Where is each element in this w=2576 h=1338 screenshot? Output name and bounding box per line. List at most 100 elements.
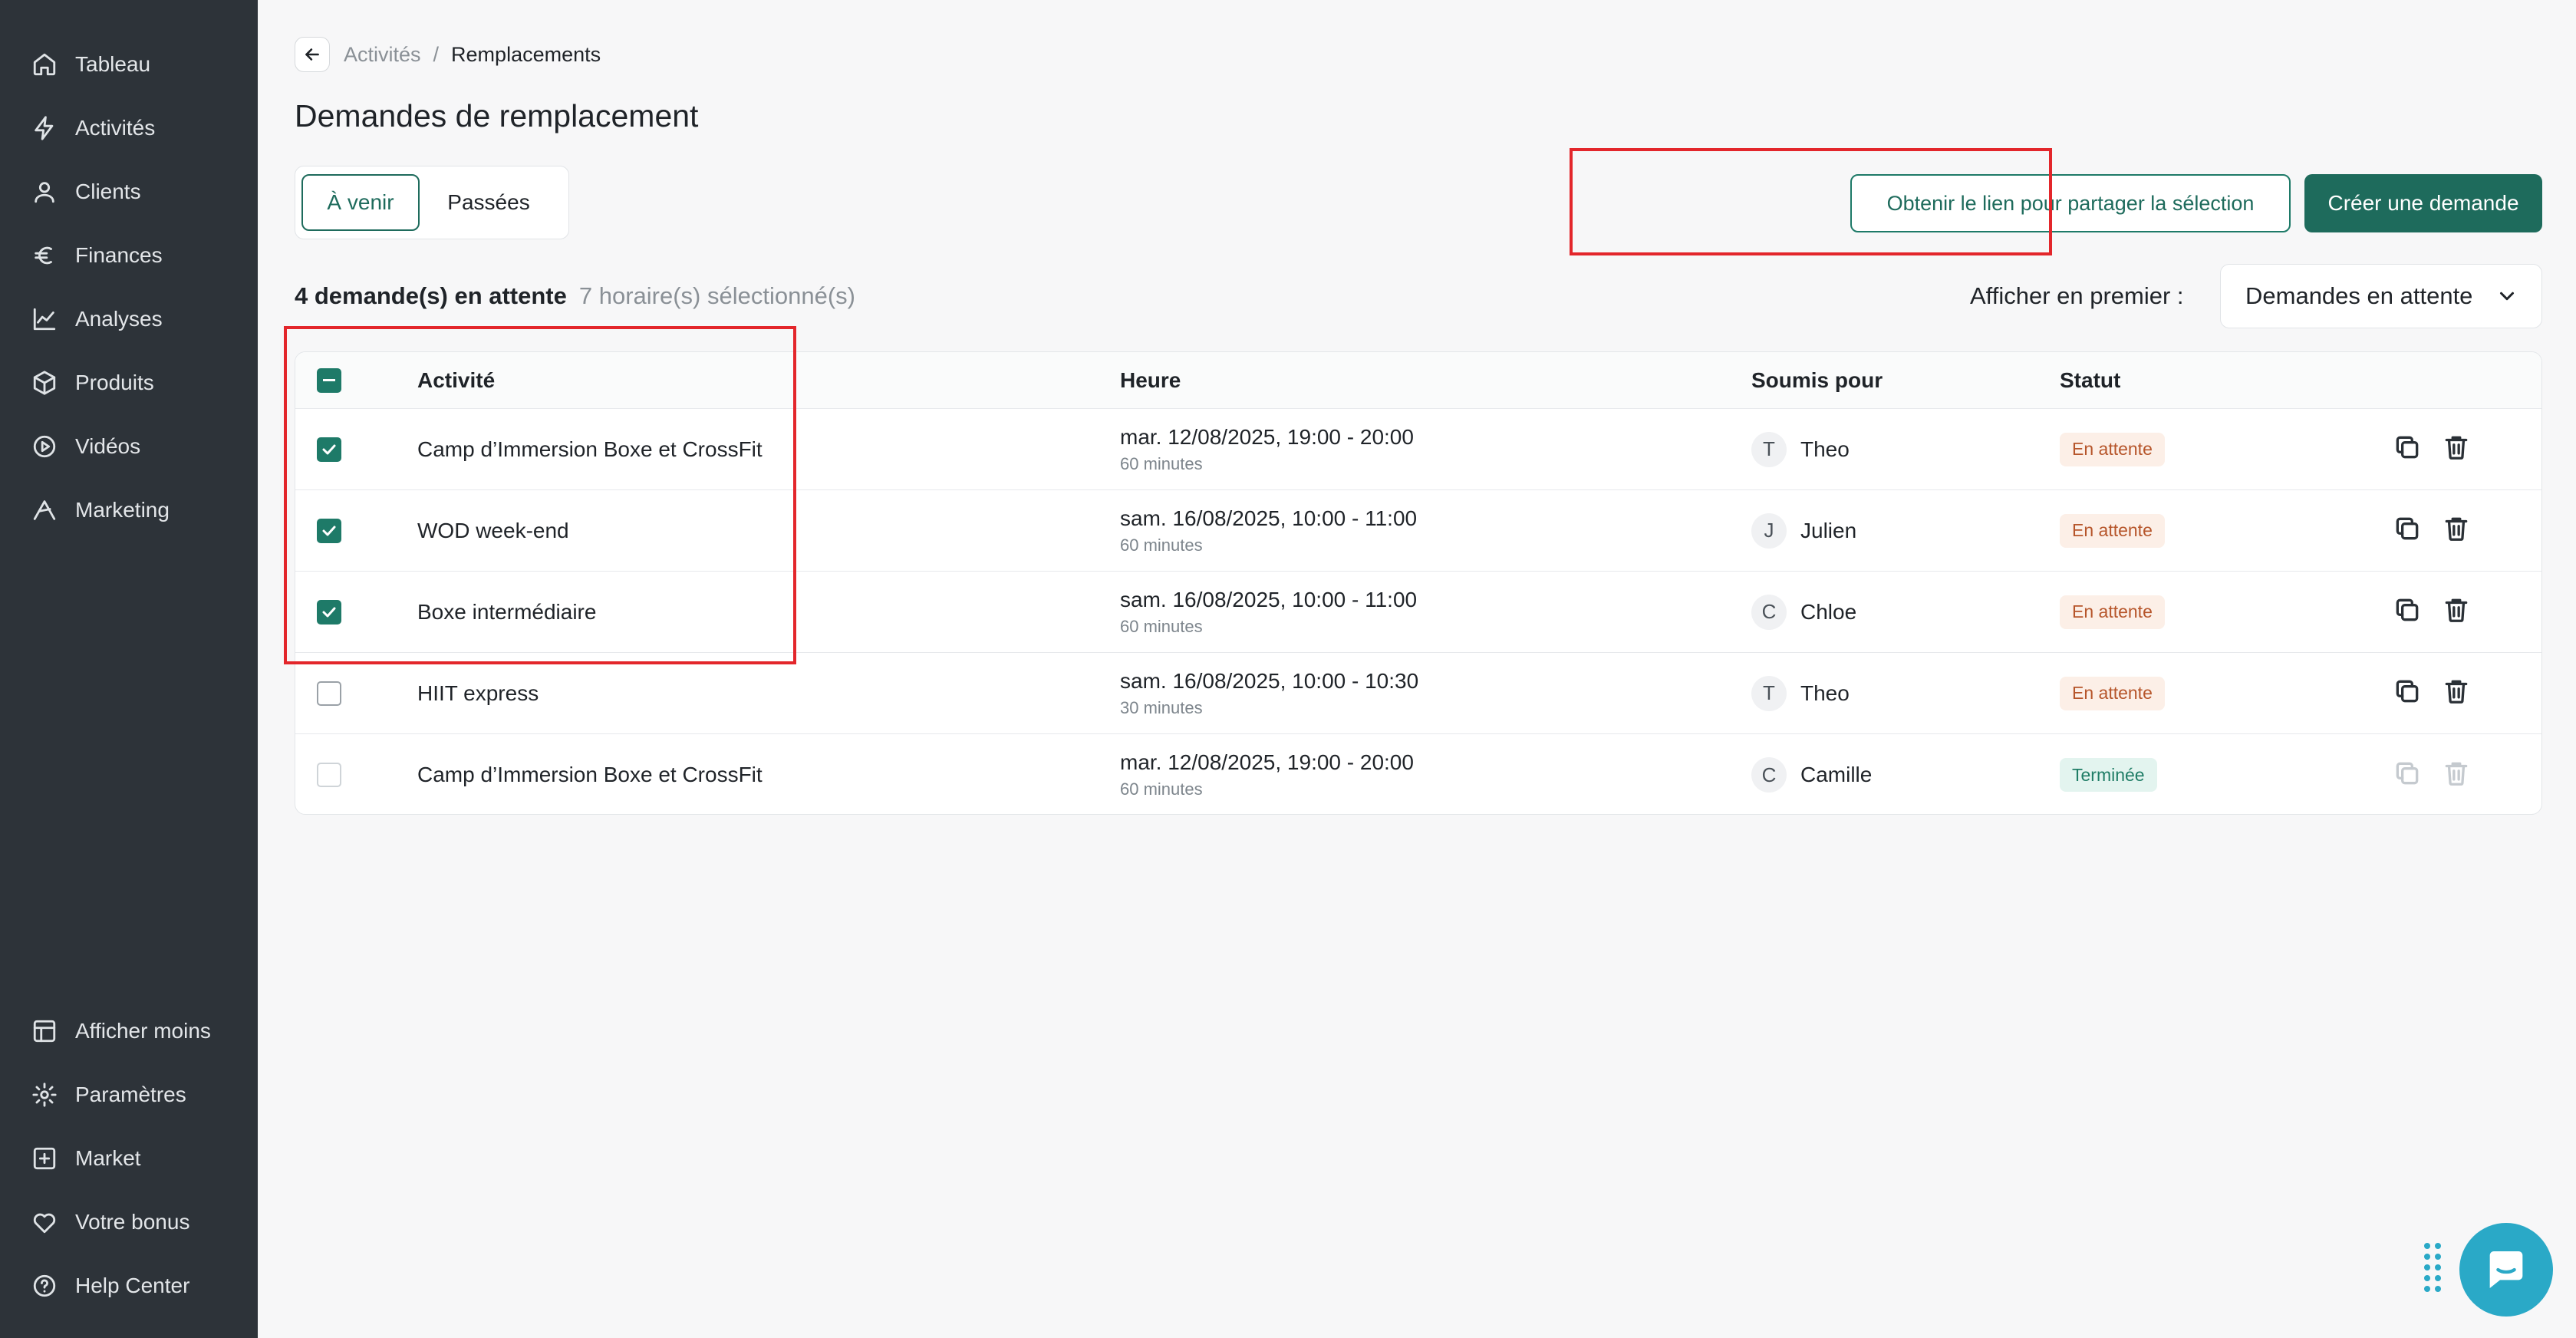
- row-person-cell: T Theo: [1751, 653, 1850, 733]
- sidebar-item-videos[interactable]: Vidéos: [0, 414, 258, 478]
- row-person-cell: T Theo: [1751, 409, 1850, 489]
- sidebar-item-help-center[interactable]: Help Center: [0, 1254, 258, 1317]
- row-person: Julien: [1800, 518, 1857, 542]
- box-icon: [31, 369, 58, 397]
- chat-button[interactable]: [2459, 1223, 2553, 1317]
- row-activity: HIIT express: [417, 681, 539, 705]
- sidebar-item-label: Clients: [75, 179, 141, 203]
- chat-icon: [2489, 1251, 2523, 1288]
- avatar: C: [1751, 594, 1787, 630]
- selected-count: 7 horaire(s) sélectionné(s): [578, 282, 855, 309]
- row-duration: 60 minutes: [1120, 779, 1203, 799]
- avatar: T: [1751, 431, 1787, 467]
- sidebar: Tableau Activités Clients Finances Analy…: [0, 0, 258, 1338]
- copy-icon[interactable]: [2393, 677, 2422, 710]
- heart-icon: [31, 1208, 58, 1236]
- copy-icon[interactable]: [2393, 514, 2422, 547]
- sidebar-item-label: Help Center: [75, 1273, 190, 1297]
- row-time-cell: sam. 16/08/2025, 10:00 - 11:00 60 minute…: [1120, 572, 1417, 652]
- row-person: Theo: [1800, 437, 1850, 461]
- row-status-cell: En attente: [2060, 490, 2165, 571]
- sidebar-item-analyses[interactable]: Analyses: [0, 287, 258, 351]
- panel-icon: [31, 1017, 58, 1045]
- trash-icon[interactable]: [2442, 433, 2471, 466]
- column-header-submitted-for[interactable]: Soumis pour: [1751, 352, 1883, 408]
- status-badge: Terminée: [2060, 758, 2157, 792]
- sidebar-item-marketing[interactable]: Marketing: [0, 478, 258, 542]
- sidebar-item-tableau[interactable]: Tableau: [0, 32, 258, 96]
- copy-icon[interactable]: [2393, 433, 2422, 466]
- sidebar-item-label: Market: [75, 1145, 141, 1170]
- sidebar-item-label: Activités: [75, 115, 156, 140]
- sidebar-nav-secondary: Afficher moins Paramètres Market Votre b…: [0, 999, 258, 1317]
- row-time-cell: sam. 16/08/2025, 10:00 - 10:30 30 minute…: [1120, 653, 1418, 733]
- row-duration: 60 minutes: [1120, 453, 1203, 473]
- sidebar-item-label: Finances: [75, 242, 163, 267]
- row-time: sam. 16/08/2025, 10:00 - 10:30: [1120, 668, 1419, 693]
- row-checkbox[interactable]: [317, 681, 341, 706]
- megaphone-icon: [31, 496, 58, 524]
- tab-passees[interactable]: Passées: [420, 174, 558, 231]
- row-time: mar. 12/08/2025, 19:00 - 20:00: [1120, 424, 1414, 449]
- sidebar-item-clients[interactable]: Clients: [0, 160, 258, 223]
- status-badge: En attente: [2060, 432, 2165, 466]
- copy-icon[interactable]: [2393, 595, 2422, 628]
- row-actions: [2393, 734, 2471, 814]
- sidebar-item-parametres[interactable]: Paramètres: [0, 1063, 258, 1126]
- row-activity: Camp d’Immersion Boxe et CrossFit: [417, 763, 763, 786]
- sidebar-item-market[interactable]: Market: [0, 1126, 258, 1190]
- help-circle-icon: [31, 1272, 58, 1300]
- table-row[interactable]: Camp d’Immersion Boxe et CrossFit mar. 1…: [295, 734, 2541, 814]
- sidebar-item-votre-bonus[interactable]: Votre bonus: [0, 1190, 258, 1254]
- create-request-button[interactable]: Créer une demande: [2304, 174, 2542, 232]
- trash-icon[interactable]: [2442, 595, 2471, 628]
- row-status-cell: En attente: [2060, 653, 2165, 733]
- breadcrumb-separator: /: [433, 42, 440, 66]
- row-duration: 60 minutes: [1120, 616, 1203, 636]
- plus-square-icon: [31, 1145, 58, 1172]
- row-time: sam. 16/08/2025, 10:00 - 11:00: [1120, 587, 1418, 611]
- sort-select[interactable]: Demandes en attente: [2220, 264, 2542, 328]
- drag-handle-icon[interactable]: [2424, 1243, 2444, 1294]
- sidebar-item-produits[interactable]: Produits: [0, 351, 258, 414]
- column-header-status[interactable]: Statut: [2060, 352, 2120, 408]
- gear-icon: [31, 1081, 58, 1109]
- pending-count: 4 demande(s) en attente: [295, 282, 567, 309]
- tab-a-venir[interactable]: À venir: [301, 174, 420, 231]
- sidebar-item-afficher-moins[interactable]: Afficher moins: [0, 999, 258, 1063]
- sort-select-value: Demandes en attente: [2245, 282, 2473, 309]
- avatar: J: [1751, 512, 1787, 549]
- row-time-cell: sam. 16/08/2025, 10:00 - 11:00 60 minute…: [1120, 490, 1417, 571]
- trash-icon[interactable]: [2442, 677, 2471, 710]
- back-button[interactable]: [295, 37, 330, 72]
- sidebar-item-label: Paramètres: [75, 1082, 186, 1106]
- status-badge: En attente: [2060, 595, 2165, 629]
- tabs: À venir Passées: [295, 166, 569, 239]
- column-header-time[interactable]: Heure: [1120, 352, 1181, 408]
- row-status-cell: Terminée: [2060, 734, 2157, 814]
- row-time: sam. 16/08/2025, 10:00 - 11:00: [1120, 506, 1418, 530]
- row-person-cell: C Camille: [1751, 734, 1873, 814]
- sidebar-item-label: Marketing: [75, 497, 170, 522]
- breadcrumb: Activités / Remplacements: [295, 37, 601, 72]
- row-person-cell: J Julien: [1751, 490, 1856, 571]
- chart-line-icon: [31, 305, 58, 333]
- row-time-cell: mar. 12/08/2025, 19:00 - 20:00 60 minute…: [1120, 409, 1414, 489]
- table-row[interactable]: HIIT express sam. 16/08/2025, 10:00 - 10…: [295, 653, 2541, 734]
- row-person: Theo: [1800, 681, 1850, 705]
- user-icon: [31, 178, 58, 206]
- row-actions: [2393, 409, 2471, 489]
- row-status-cell: En attente: [2060, 409, 2165, 489]
- sidebar-item-finances[interactable]: Finances: [0, 223, 258, 287]
- sort-label: Afficher en premier :: [1970, 282, 2184, 309]
- breadcrumb-current: Remplacements: [451, 42, 601, 66]
- trash-icon: [2442, 759, 2471, 792]
- row-actions: [2393, 490, 2471, 571]
- row-person: Camille: [1800, 763, 1873, 786]
- sidebar-item-activites[interactable]: Activités: [0, 96, 258, 160]
- main-content: Activités / Remplacements Demandes de re…: [258, 0, 2576, 1338]
- summary: 4 demande(s) en attente 7 horaire(s) sél…: [295, 282, 855, 310]
- trash-icon[interactable]: [2442, 514, 2471, 547]
- row-person-cell: C Chloe: [1751, 572, 1856, 652]
- breadcrumb-link-activites[interactable]: Activités: [344, 43, 421, 67]
